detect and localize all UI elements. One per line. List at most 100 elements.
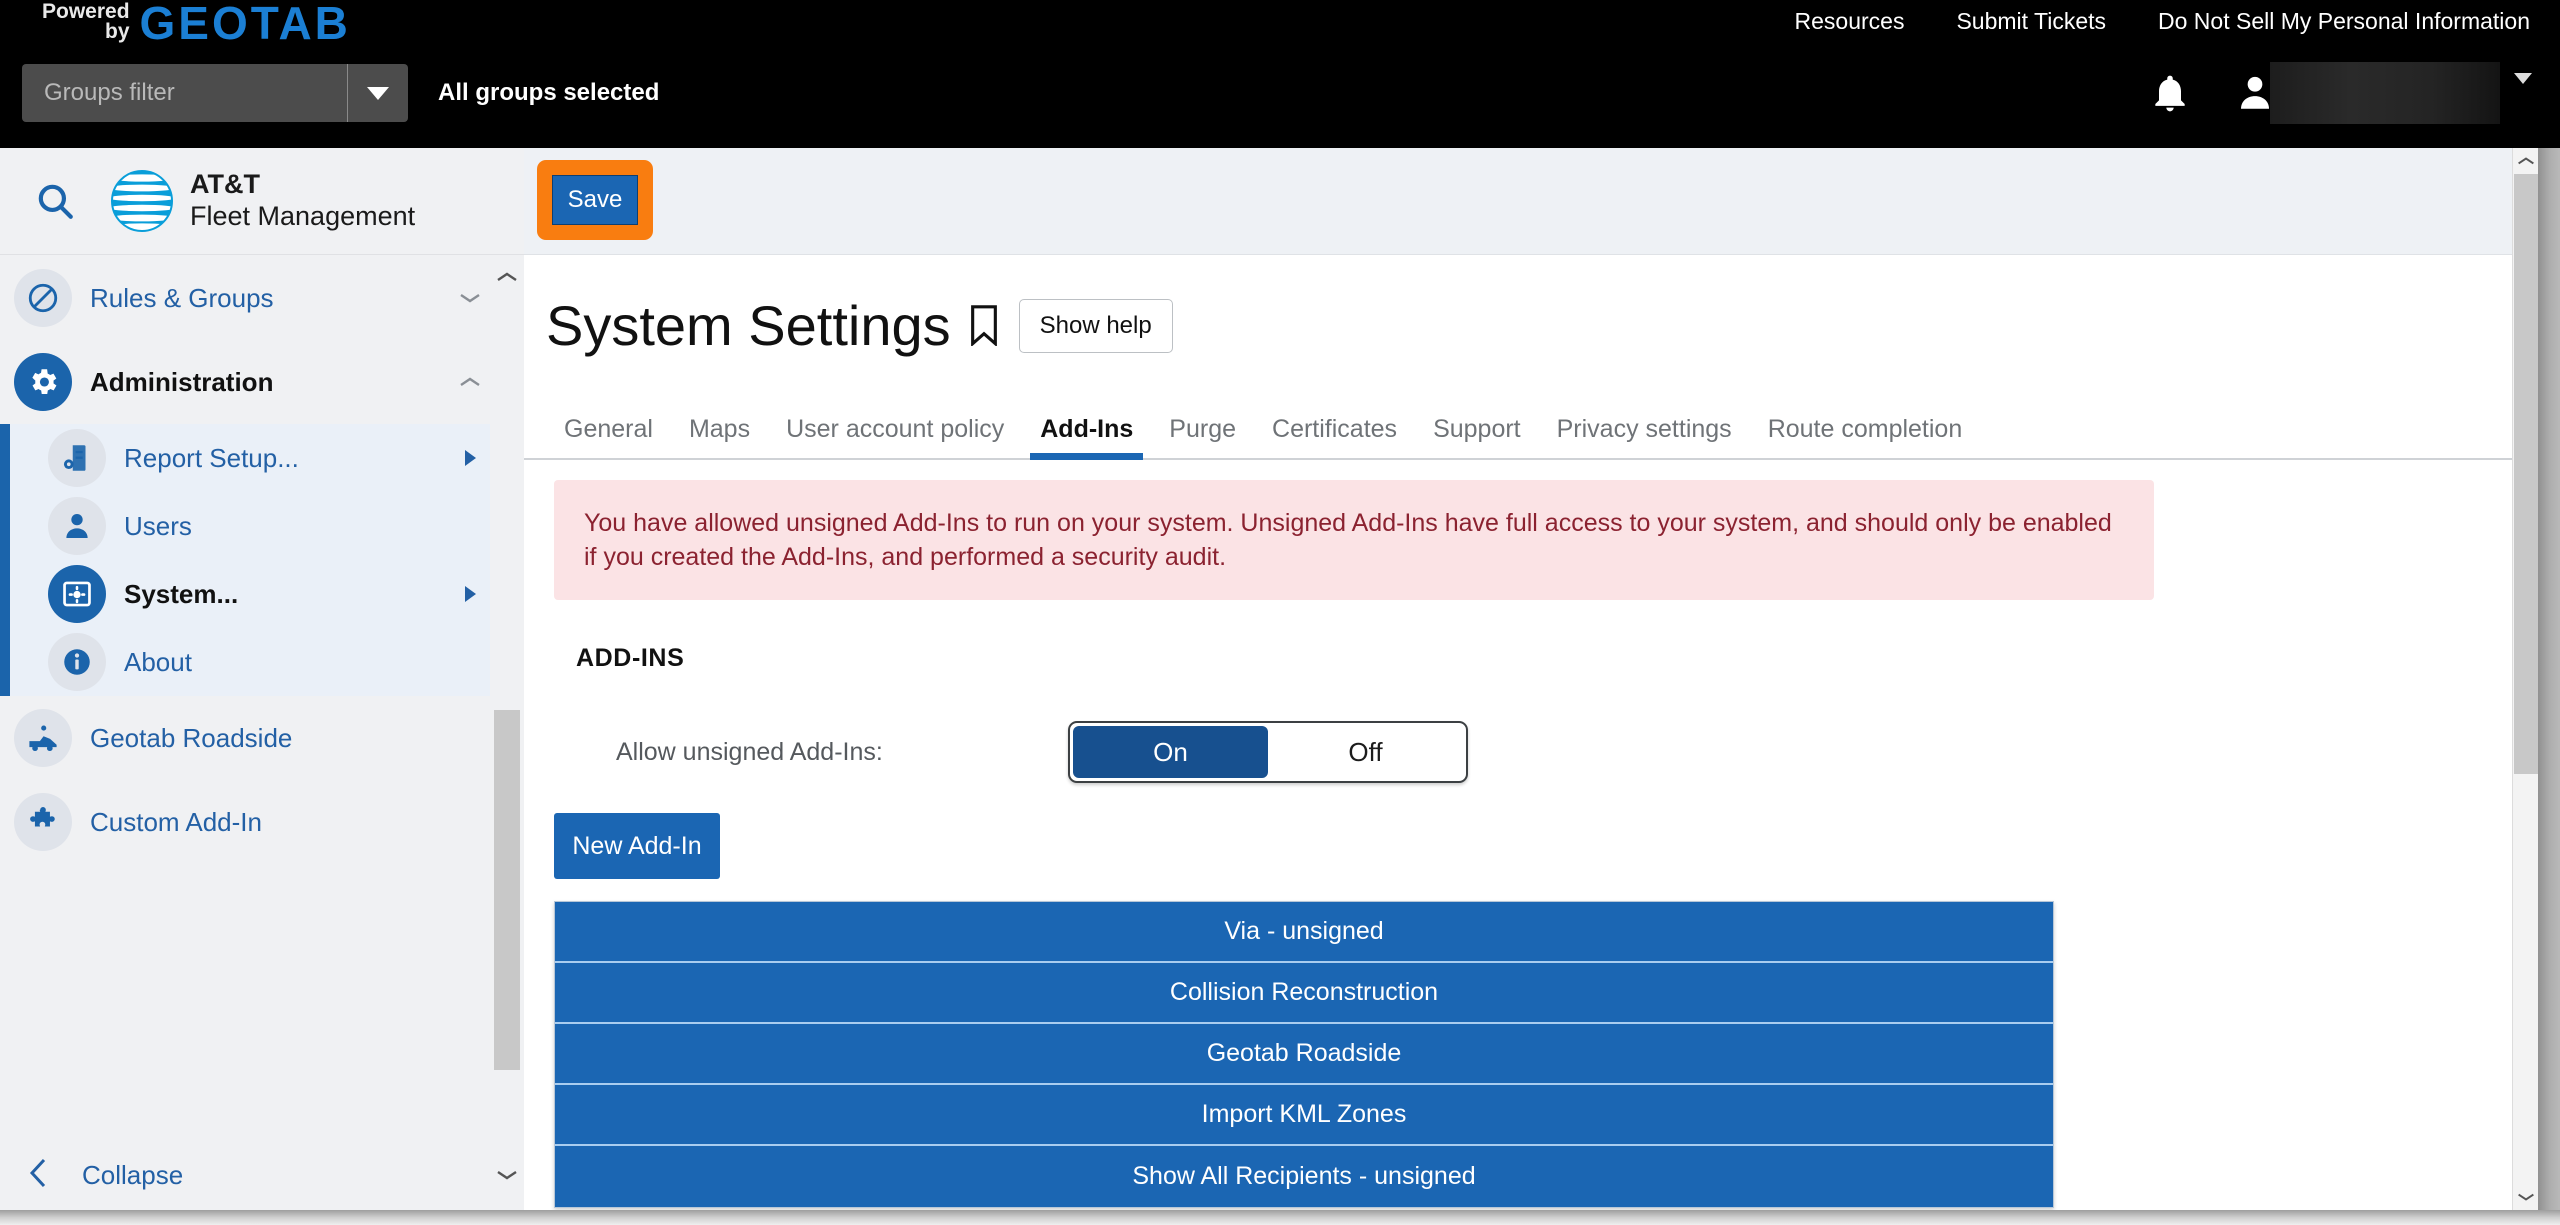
scroll-down-button[interactable] [2513,1184,2538,1210]
sidebar-collapse-label: Collapse [82,1159,184,1190]
no-entry-icon [14,269,72,327]
tab-content-add-ins: You have allowed unsigned Add-Ins to run… [524,462,2512,1225]
chevron-left-icon [26,1156,52,1195]
list-item[interactable]: Geotab Roadside [555,1024,2053,1085]
sidebar-scroll-up-button[interactable] [490,260,524,294]
add-ins-list: Via - unsigned Collision Reconstruction … [554,901,2054,1208]
list-item[interactable]: Via - unsigned [555,902,2053,963]
product-name: AT&T Fleet Management [190,169,415,233]
powered-by-geotab-logo: Powered by GEOTAB [42,0,351,46]
sidebar-collapse-button[interactable]: Collapse [0,1140,490,1210]
user-icon [48,497,106,555]
show-help-button[interactable]: Show help [1018,298,1173,353]
by-word: by [105,20,130,43]
chevron-right-icon[interactable] [450,450,490,466]
system-settings-icon [48,565,106,623]
sidebar-item-label: Administration [90,366,274,397]
powered-by-text: Powered by [42,0,130,46]
sidebar-item-system[interactable]: System... [38,560,490,628]
window-bottom-edge [0,1210,2560,1225]
sidebar-scroll-down-button[interactable] [490,1158,524,1192]
tab-certificates[interactable]: Certificates [1254,415,1415,458]
link-do-not-sell-my-personal-information[interactable]: Do Not Sell My Personal Information [2158,8,2530,35]
sidebar-item-label: Users [124,510,192,541]
powered-word: Powered [42,0,130,23]
sidebar-item-label: Rules & Groups [90,282,274,313]
account-menu-arrow[interactable] [2514,73,2532,102]
link-submit-tickets[interactable]: Submit Tickets [1956,8,2106,35]
new-add-in-button[interactable]: New Add-In [554,813,720,879]
sidebar-item-label: About [124,646,192,677]
att-globe-logo [110,169,174,233]
sidebar-item-rules-and-groups[interactable]: Rules & Groups [0,256,490,340]
tab-maps[interactable]: Maps [671,415,768,458]
top-right-icons [2148,58,2532,128]
tab-general[interactable]: General [546,415,671,458]
toggle-option-on[interactable]: On [1073,726,1268,778]
tab-route-completion[interactable]: Route completion [1750,415,1981,458]
sidebar-item-geotab-roadside[interactable]: Geotab Roadside [0,696,490,780]
tab-purge[interactable]: Purge [1151,415,1254,458]
toggle-option-off[interactable]: Off [1268,726,1463,778]
sidebar-item-label: Geotab Roadside [90,722,293,753]
chevron-up-icon[interactable] [450,376,490,388]
sidebar-item-report-setup[interactable]: Report Setup... [38,424,490,492]
sidebar-item-label: System... [124,578,239,609]
product-name-line2: Fleet Management [190,201,416,231]
scroll-up-button[interactable] [2513,148,2538,174]
allow-unsigned-addins-toggle[interactable]: On Off [1068,721,1468,783]
bookmark-icon[interactable] [967,304,1001,348]
search-icon[interactable] [0,180,110,222]
puzzle-piece-icon [14,793,72,851]
chevron-down-icon [2514,73,2532,101]
save-button[interactable]: Save [552,175,638,225]
section-heading-add-ins: ADD-INS [576,644,685,672]
save-button-highlight: Save [537,160,653,240]
main-scrollbar[interactable] [2512,148,2538,1210]
sidebar-item-about[interactable]: About [38,628,490,696]
sidebar-scrollbar-thumb[interactable] [494,710,520,1070]
list-item[interactable]: Show All Recipients - unsigned [555,1146,2053,1207]
app-shell: AT&T Fleet Management Rules & Groups Adm… [0,148,2560,1225]
allow-unsigned-addins-row: Allow unsigned Add-Ins: On Off [554,721,2512,783]
sidebar-items: Rules & Groups Administration Report Set… [0,256,490,1140]
chevron-down-icon [367,86,389,100]
page-title: System Settings [546,294,951,357]
tab-user-account-policy[interactable]: User account policy [768,415,1022,458]
groups-filter-arrow[interactable] [348,86,408,100]
tow-truck-icon [14,709,72,767]
tab-privacy-settings[interactable]: Privacy settings [1539,415,1750,458]
link-resources[interactable]: Resources [1795,8,1905,35]
settings-tabs: General Maps User account policy Add-Ins… [524,395,2512,460]
sidebar-item-custom-add-in[interactable]: Custom Add-In [0,780,490,864]
top-links: Resources Submit Tickets Do Not Sell My … [1795,8,2530,35]
sidebar-submenu-administration: Report Setup... Users System... About [0,424,490,696]
window-right-edge [2538,148,2560,1225]
groups-selected-status: All groups selected [438,79,660,106]
unsigned-addins-warning: You have allowed unsigned Add-Ins to run… [554,480,2154,600]
sidebar-item-administration[interactable]: Administration [0,340,490,424]
account-name-redacted[interactable] [2270,62,2500,124]
sidebar-item-label: Report Setup... [124,442,299,473]
chevron-down-icon[interactable] [450,292,490,304]
groups-filter-input[interactable]: Groups filter [22,79,347,107]
tab-add-ins[interactable]: Add-Ins [1022,415,1151,460]
sidebar-item-label: Custom Add-In [90,806,262,837]
report-setup-icon [48,429,106,487]
main-scrollbar-thumb[interactable] [2514,174,2538,774]
sidebar-header: AT&T Fleet Management [0,148,524,255]
groups-filter-dropdown[interactable]: Groups filter [22,64,408,122]
main-content-panel: Save System Settings Show help General M… [524,148,2538,1225]
top-navigation-bar: Powered by GEOTAB Resources Submit Ticke… [0,0,2560,148]
sidebar-item-users[interactable]: Users [38,492,490,560]
list-item[interactable]: Collision Reconstruction [555,963,2053,1024]
chevron-right-icon[interactable] [450,586,490,602]
sidebar-navigation: AT&T Fleet Management Rules & Groups Adm… [0,148,524,1210]
action-bar: Save [524,148,2512,255]
list-item[interactable]: Import KML Zones [555,1085,2053,1146]
notifications-bell-icon[interactable] [2148,71,2192,115]
info-icon [48,633,106,691]
allow-unsigned-addins-label: Allow unsigned Add-Ins: [616,737,883,766]
geotab-wordmark: GEOTAB [139,0,351,49]
tab-support[interactable]: Support [1415,415,1539,458]
